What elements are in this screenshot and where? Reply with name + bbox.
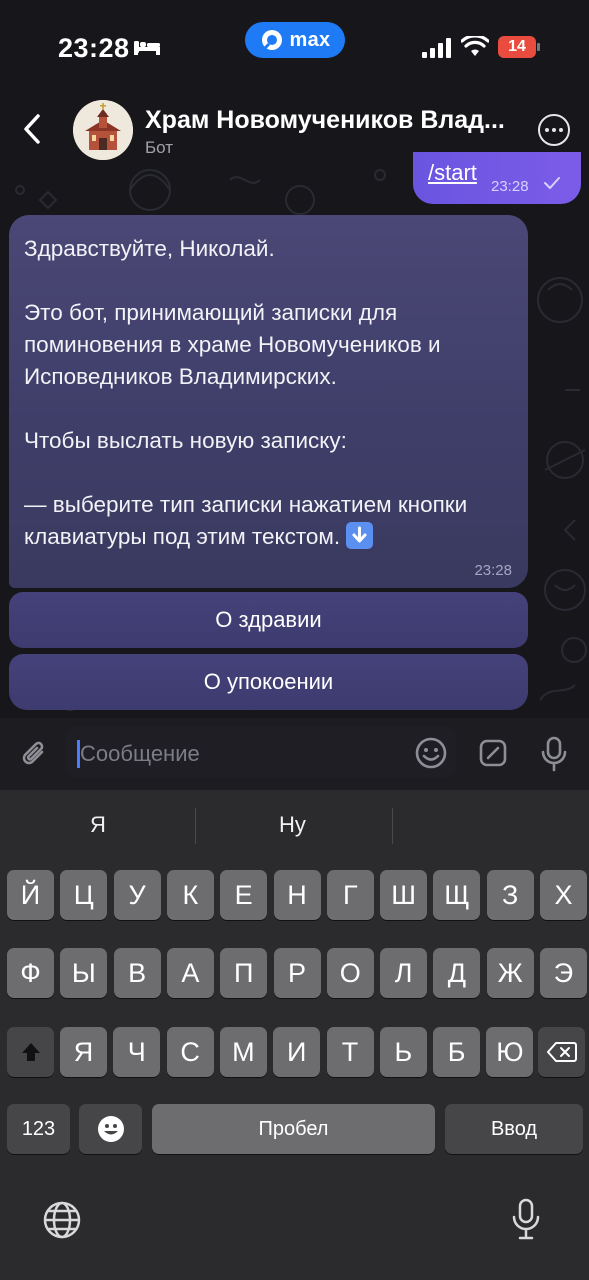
signal-icon: [422, 38, 451, 58]
emoji-icon[interactable]: [414, 736, 448, 770]
letter-row2-key-11[interactable]: Э: [540, 948, 587, 998]
letter-row3-key-6[interactable]: Т: [326, 1027, 374, 1077]
letter-row2-key-5[interactable]: П: [220, 948, 268, 998]
dictation-mic-icon[interactable]: [510, 1198, 542, 1240]
max-app-pill[interactable]: max: [245, 22, 345, 58]
letter-row3-key-1[interactable]: Я: [60, 1027, 107, 1077]
letter-row1-key-4[interactable]: К: [166, 870, 214, 920]
letter-row1-key-5[interactable]: Е: [220, 870, 268, 920]
outgoing-message-time: 23:28: [491, 178, 529, 195]
status-time: 23:28: [58, 33, 130, 63]
back-icon[interactable]: [18, 112, 46, 146]
incoming-message-time: 23:28: [474, 562, 512, 579]
shift-key[interactable]: [7, 1027, 54, 1077]
letter-row1-key-6[interactable]: Н: [273, 870, 321, 920]
incoming-message[interactable]: Здравствуйте, Николай. Это бот, принимаю…: [9, 215, 528, 588]
numbers-key[interactable]: 123: [7, 1104, 70, 1154]
letter-row2-key-6[interactable]: Р: [273, 948, 321, 998]
letter-row2-key-3[interactable]: В: [113, 948, 161, 998]
microphone-icon[interactable]: [540, 736, 568, 772]
status-bar: 23:28 max 14: [0, 0, 589, 92]
inline-button-repose[interactable]: О упокоении: [9, 654, 528, 710]
church-icon: [73, 100, 133, 160]
emoji-key-icon: [97, 1116, 124, 1142]
space-key[interactable]: Пробел: [152, 1104, 435, 1154]
suggestion-2[interactable]: Ну: [279, 812, 306, 838]
chat-subtitle: Бот: [145, 138, 174, 157]
letter-row3-key-5[interactable]: И: [273, 1027, 321, 1077]
letter-row2-key-9[interactable]: Д: [433, 948, 481, 998]
letter-row2-key-7[interactable]: О: [326, 948, 374, 998]
more-icon[interactable]: [538, 114, 570, 146]
message-input[interactable]: [80, 738, 400, 770]
letter-row1-key-8[interactable]: Ш: [380, 870, 428, 920]
sticker-icon[interactable]: [478, 738, 508, 768]
avatar[interactable]: [73, 100, 133, 160]
outgoing-message[interactable]: /start 23:28: [413, 152, 581, 204]
message-about: Это бот, принимающий записки для поминов…: [24, 300, 441, 389]
chat-screen: 23:28 max 14 Храм Новомучеников Влад... …: [0, 0, 589, 1280]
incoming-message-text: Здравствуйте, Николай. Это бот, принимаю…: [24, 233, 519, 553]
letter-row2-key-4[interactable]: А: [166, 948, 214, 998]
bed-icon: [134, 41, 160, 55]
suggestion-bar: Я Ну: [0, 790, 589, 862]
battery-icon: 14: [498, 36, 536, 58]
paperclip-icon[interactable]: [20, 738, 48, 770]
letter-row3-key-4[interactable]: М: [219, 1027, 267, 1077]
letter-row3-key-7[interactable]: Ь: [379, 1027, 427, 1077]
message-greeting: Здравствуйте, Николай.: [24, 236, 275, 261]
letter-row3-key-9[interactable]: Ю: [486, 1027, 534, 1077]
globe-icon[interactable]: [42, 1200, 82, 1240]
letter-row1-key-10[interactable]: З: [486, 870, 534, 920]
max-logo-icon: [261, 30, 282, 50]
system-keyboard: Я Ну ЙЦУКЕНГШЩЗХ ФЫВАПРОЛДЖЭ ЯЧСМИТЬБЮ 1…: [0, 790, 589, 1280]
backspace-key[interactable]: [538, 1027, 585, 1077]
return-key[interactable]: Ввод: [445, 1104, 583, 1154]
letter-row1-key-1[interactable]: Й: [7, 870, 54, 920]
letter-row2-key-8[interactable]: Л: [380, 948, 428, 998]
suggestion-divider: [392, 808, 393, 844]
suggestion-1[interactable]: Я: [90, 812, 106, 838]
letter-row2-key-2[interactable]: Ы: [60, 948, 108, 998]
backspace-icon: [546, 1042, 577, 1062]
max-app-label: max: [289, 28, 331, 51]
letter-row3-key-2[interactable]: Ч: [113, 1027, 161, 1077]
letter-row1-key-2[interactable]: Ц: [60, 870, 108, 920]
message-instruction: — выберите тип записки нажатием кнопки к…: [24, 492, 468, 549]
emoji-key[interactable]: [79, 1104, 142, 1154]
suggestion-divider: [195, 808, 196, 844]
letter-row1-key-3[interactable]: У: [113, 870, 161, 920]
wifi-icon: [461, 36, 489, 56]
message-instruction-line: — выберите тип записки нажатием кнопки к…: [24, 489, 519, 553]
letter-row1-key-7[interactable]: Г: [326, 870, 374, 920]
chat-title[interactable]: Храм Новомучеников Влад...: [145, 106, 510, 135]
letter-row1-key-9[interactable]: Щ: [433, 870, 481, 920]
outgoing-message-text[interactable]: /start: [428, 160, 477, 186]
read-check-icon: [544, 177, 560, 189]
shift-icon: [21, 1043, 40, 1061]
inline-button-health[interactable]: О здравии: [9, 592, 528, 648]
down-arrow-icon: [346, 522, 374, 549]
battery-cap: [537, 43, 540, 51]
letter-row2-key-1[interactable]: Ф: [7, 948, 54, 998]
letter-row1-key-11[interactable]: Х: [540, 870, 587, 920]
message-prompt: Чтобы выслать новую записку:: [24, 428, 347, 453]
letter-row3-key-8[interactable]: Б: [433, 1027, 481, 1077]
message-composer: [0, 718, 589, 790]
letter-row3-key-3[interactable]: С: [166, 1027, 214, 1077]
letter-row2-key-10[interactable]: Ж: [486, 948, 534, 998]
